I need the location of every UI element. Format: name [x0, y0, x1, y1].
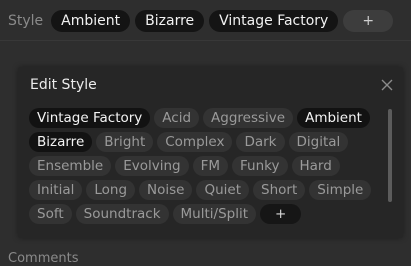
comments-label: Comments: [8, 251, 79, 266]
add-style-button[interactable]: +: [343, 10, 394, 32]
style-chip-ambient[interactable]: Ambient: [51, 10, 131, 32]
style-chip-vintage-factory[interactable]: Vintage Factory: [209, 10, 339, 32]
style-chip-bizarre[interactable]: Bizarre: [135, 10, 205, 32]
style-tag[interactable]: Soft: [29, 204, 72, 224]
style-tag[interactable]: Ensemble: [29, 156, 112, 176]
scrollbar[interactable]: [388, 109, 392, 202]
dialog-title: Edit Style: [30, 77, 97, 93]
style-tag[interactable]: Ambient: [297, 108, 370, 128]
style-tag[interactable]: Bright: [96, 132, 154, 152]
style-row: Style Ambient Bizarre Vintage Factory +: [8, 10, 394, 32]
style-tag[interactable]: Long: [86, 180, 136, 200]
style-tag[interactable]: Complex: [157, 132, 233, 152]
style-tag[interactable]: Simple: [309, 180, 372, 200]
divider: [0, 40, 411, 41]
style-tag[interactable]: Aggressive: [203, 108, 294, 128]
style-tag[interactable]: Evolving: [115, 156, 189, 176]
style-tag[interactable]: Hard: [291, 156, 340, 176]
style-tag[interactable]: Funky: [232, 156, 288, 176]
style-tag[interactable]: Short: [253, 180, 306, 200]
close-icon[interactable]: [379, 77, 395, 93]
style-tag[interactable]: Digital: [288, 132, 349, 152]
style-tag[interactable]: Acid: [154, 108, 200, 128]
style-tag[interactable]: Multi/Split: [172, 204, 256, 224]
style-tag[interactable]: Initial: [29, 180, 83, 200]
style-tag[interactable]: Noise: [139, 180, 193, 200]
style-tag-list: Vintage Factory Acid Aggressive Ambient Biza…: [29, 108, 389, 224]
style-tag[interactable]: Dark: [236, 132, 285, 152]
style-label: Style: [8, 13, 44, 29]
add-tag-button[interactable]: +: [260, 204, 302, 224]
edit-style-dialog: Edit Style Vintage Factory Acid Aggressive…: [18, 67, 403, 238]
style-tag[interactable]: Soundtrack: [75, 204, 169, 224]
style-tag[interactable]: Quiet: [196, 180, 250, 200]
style-tag[interactable]: Vintage Factory: [29, 108, 151, 128]
style-tag[interactable]: Bizarre: [29, 132, 93, 152]
style-tag[interactable]: FM: [192, 156, 229, 176]
